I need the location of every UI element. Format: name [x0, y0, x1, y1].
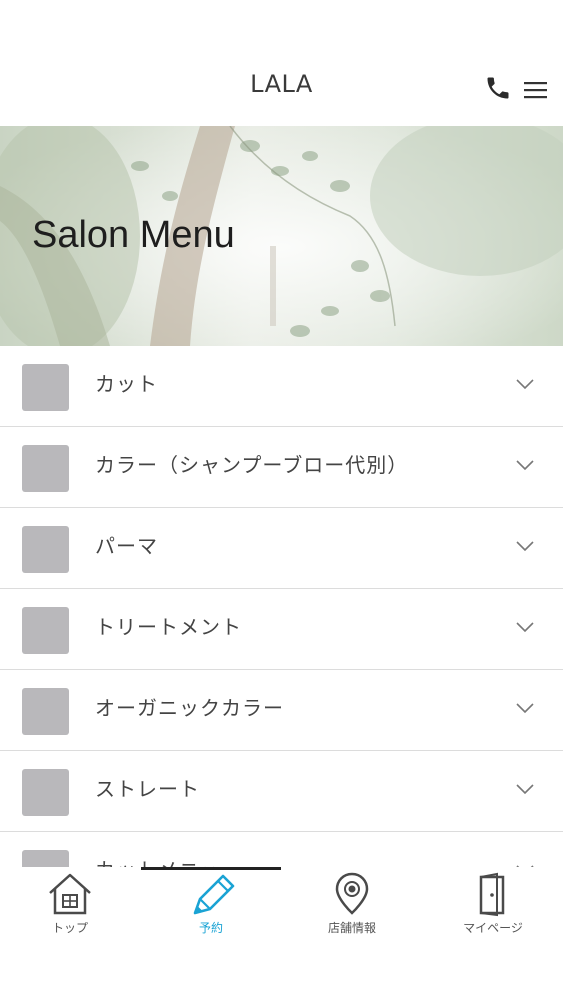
hamburger-menu-icon[interactable]	[523, 79, 549, 101]
nav-tab-label: マイページ	[463, 921, 523, 935]
page-title: Salon Menu	[32, 214, 235, 256]
app-header: LALA	[0, 0, 563, 126]
bottom-navigation: トップ 予約 店舗情報 マイページ	[0, 867, 563, 942]
home-icon	[49, 873, 91, 915]
chevron-down-icon	[516, 460, 534, 471]
menu-item-treatment[interactable]: トリートメント	[0, 589, 563, 670]
chevron-down-icon	[516, 541, 534, 552]
menu-item-cut[interactable]: カット	[0, 346, 563, 427]
menu-item-thumbnail	[22, 364, 69, 411]
menu-item-label: カット	[95, 372, 158, 396]
phone-icon[interactable]	[484, 74, 512, 102]
menu-item-label: トリートメント	[95, 615, 242, 639]
menu-item-thumbnail	[22, 445, 69, 492]
menu-item-thumbnail	[22, 607, 69, 654]
pencil-icon	[193, 874, 235, 915]
nav-tab-label: 予約	[198, 921, 223, 935]
app-title: LALA	[250, 70, 313, 98]
menu-item-label: パーマ	[95, 534, 158, 558]
location-pin-icon	[335, 872, 369, 915]
nav-tab-store-info[interactable]: 店舗情報	[282, 867, 422, 942]
menu-item-thumbnail	[22, 769, 69, 816]
menu-item-label: オーガニックカラー	[95, 696, 284, 720]
menu-item-label: ストレート	[95, 777, 200, 801]
nav-tab-label: トップ	[51, 921, 88, 935]
hero-banner: Salon Menu	[0, 126, 563, 346]
chevron-down-icon	[516, 703, 534, 714]
menu-item-perm[interactable]: パーマ	[0, 508, 563, 589]
menu-item-label: カラー（シャンプーブロー代別）	[95, 453, 409, 477]
menu-item-thumbnail	[22, 526, 69, 573]
nav-tab-mypage[interactable]: マイページ	[423, 867, 563, 942]
nav-tab-label: 店舗情報	[327, 921, 376, 935]
chevron-down-icon	[516, 379, 534, 390]
menu-item-color[interactable]: カラー（シャンプーブロー代別）	[0, 427, 563, 508]
menu-item-straight[interactable]: ストレート	[0, 751, 563, 832]
nav-tab-reservation[interactable]: 予約	[141, 867, 281, 942]
menu-item-thumbnail	[22, 688, 69, 735]
chevron-down-icon	[516, 784, 534, 795]
chevron-down-icon	[516, 622, 534, 633]
nav-tab-top[interactable]: トップ	[0, 867, 140, 942]
menu-item-organic-color[interactable]: オーガニックカラー	[0, 670, 563, 751]
door-icon	[479, 872, 505, 917]
salon-menu-list: カット カラー（シャンプーブロー代別） パーマ トリートメント オーガニックカラ…	[0, 346, 563, 913]
